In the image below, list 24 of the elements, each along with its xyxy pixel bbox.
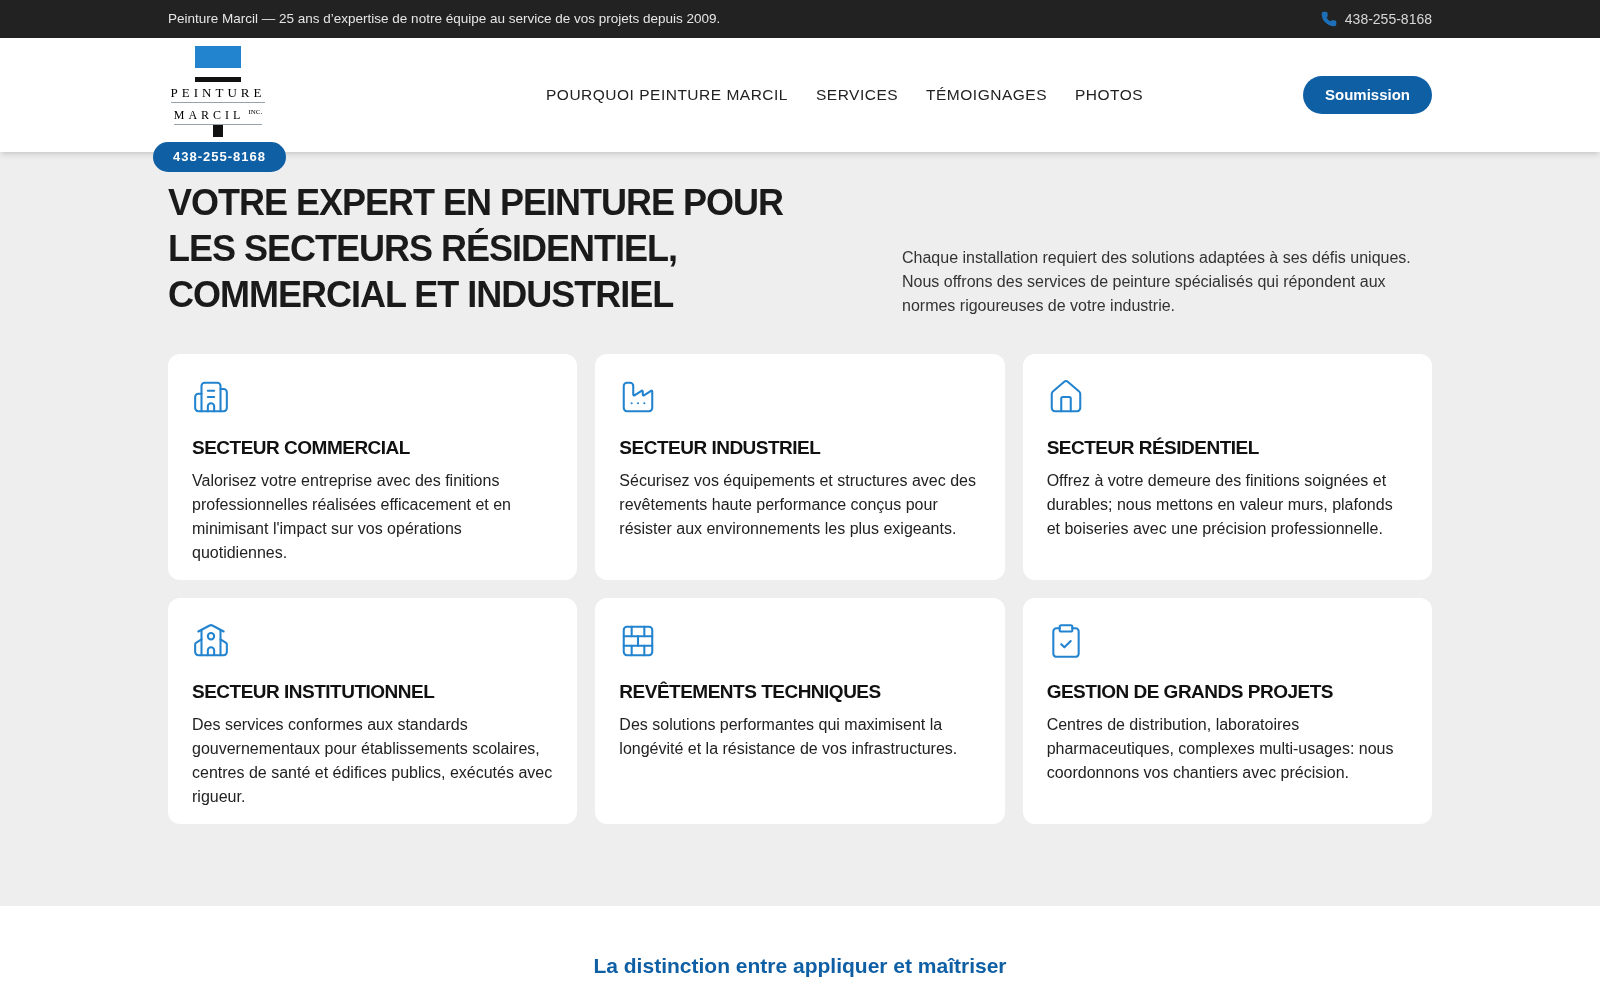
card-text: Valorisez votre entreprise avec des finitions professionnelles réalisées efficacement et en minimisant l'impact sur vos opérations quotidiennes. bbox=[192, 470, 512, 563]
card-title: REVÊTEMENTS TECHNIQUES bbox=[619, 680, 882, 704]
top-bar-tagline: Peinture Marcil — 25 ans d’expertise de notre équipe au service de vos projets depuis 2009. bbox=[168, 9, 721, 28]
section-heading: La distinction entre appliquer et maîtriser bbox=[593, 953, 1007, 979]
nav-link[interactable]: PHOTOS bbox=[1074, 83, 1144, 107]
top-bar-phone-link[interactable]: 438-255-8168 bbox=[1344, 8, 1432, 30]
card-title: GESTION DE GRANDS PROJETS bbox=[1046, 680, 1334, 704]
nav-link[interactable]: TÉMOIGNAGES bbox=[926, 83, 1047, 107]
card-text: Sécurisez vos équipements et structures avec des revêtements haute performance conçus pour résister aux environnements les plus exigeants. bbox=[619, 470, 977, 539]
card-text: Des services conformes aux standards gouvernementaux pour établissements scolaires, centres de santé et édifices publics, exécutés avec rigueur. bbox=[192, 714, 554, 807]
card-title: SECTEUR INSTITUTIONNEL bbox=[192, 680, 436, 704]
card-text: Centres de distribution, laboratoires pharmaceutiques, complexes multi-usages: nous coordonnons vos chantiers avec précision. bbox=[1046, 714, 1395, 783]
card-text: Offrez à votre demeure des finitions soignées et durables; nous mettons en valeur murs, plafonds et boiseries avec une précision professionnelle. bbox=[1046, 470, 1394, 539]
phone-badge[interactable]: 438-255-8168 bbox=[153, 142, 286, 172]
card-title: SECTEUR INDUSTRIEL bbox=[619, 436, 822, 460]
card-text: Des solutions performantes qui maximisent la longévité et la résistance de vos infrastructures. bbox=[619, 714, 959, 759]
phone-icon bbox=[1320, 11, 1337, 27]
nav-link[interactable]: SERVICES bbox=[815, 83, 899, 107]
card-title: SECTEUR COMMERCIAL bbox=[192, 436, 411, 460]
card-title: SECTEUR RÉSIDENTIEL bbox=[1046, 436, 1260, 460]
hero-intro: Chaque installation requiert des solutions adaptées à ses défis uniques. Nous offrons des services de peinture spécialisés qui répondent aux normes rigoureuses de votre industrie. bbox=[902, 248, 1412, 316]
hero-heading: VOTRE EXPERT EN PEINTURE POUR LES SECTEURS RÉSIDENTIEL, COMMERCIAL ET INDUSTRIEL bbox=[168, 181, 785, 317]
nav-link[interactable]: POURQUOI PEINTURE MARCIL bbox=[546, 83, 788, 107]
quote-button[interactable]: Soumission bbox=[1303, 76, 1432, 114]
